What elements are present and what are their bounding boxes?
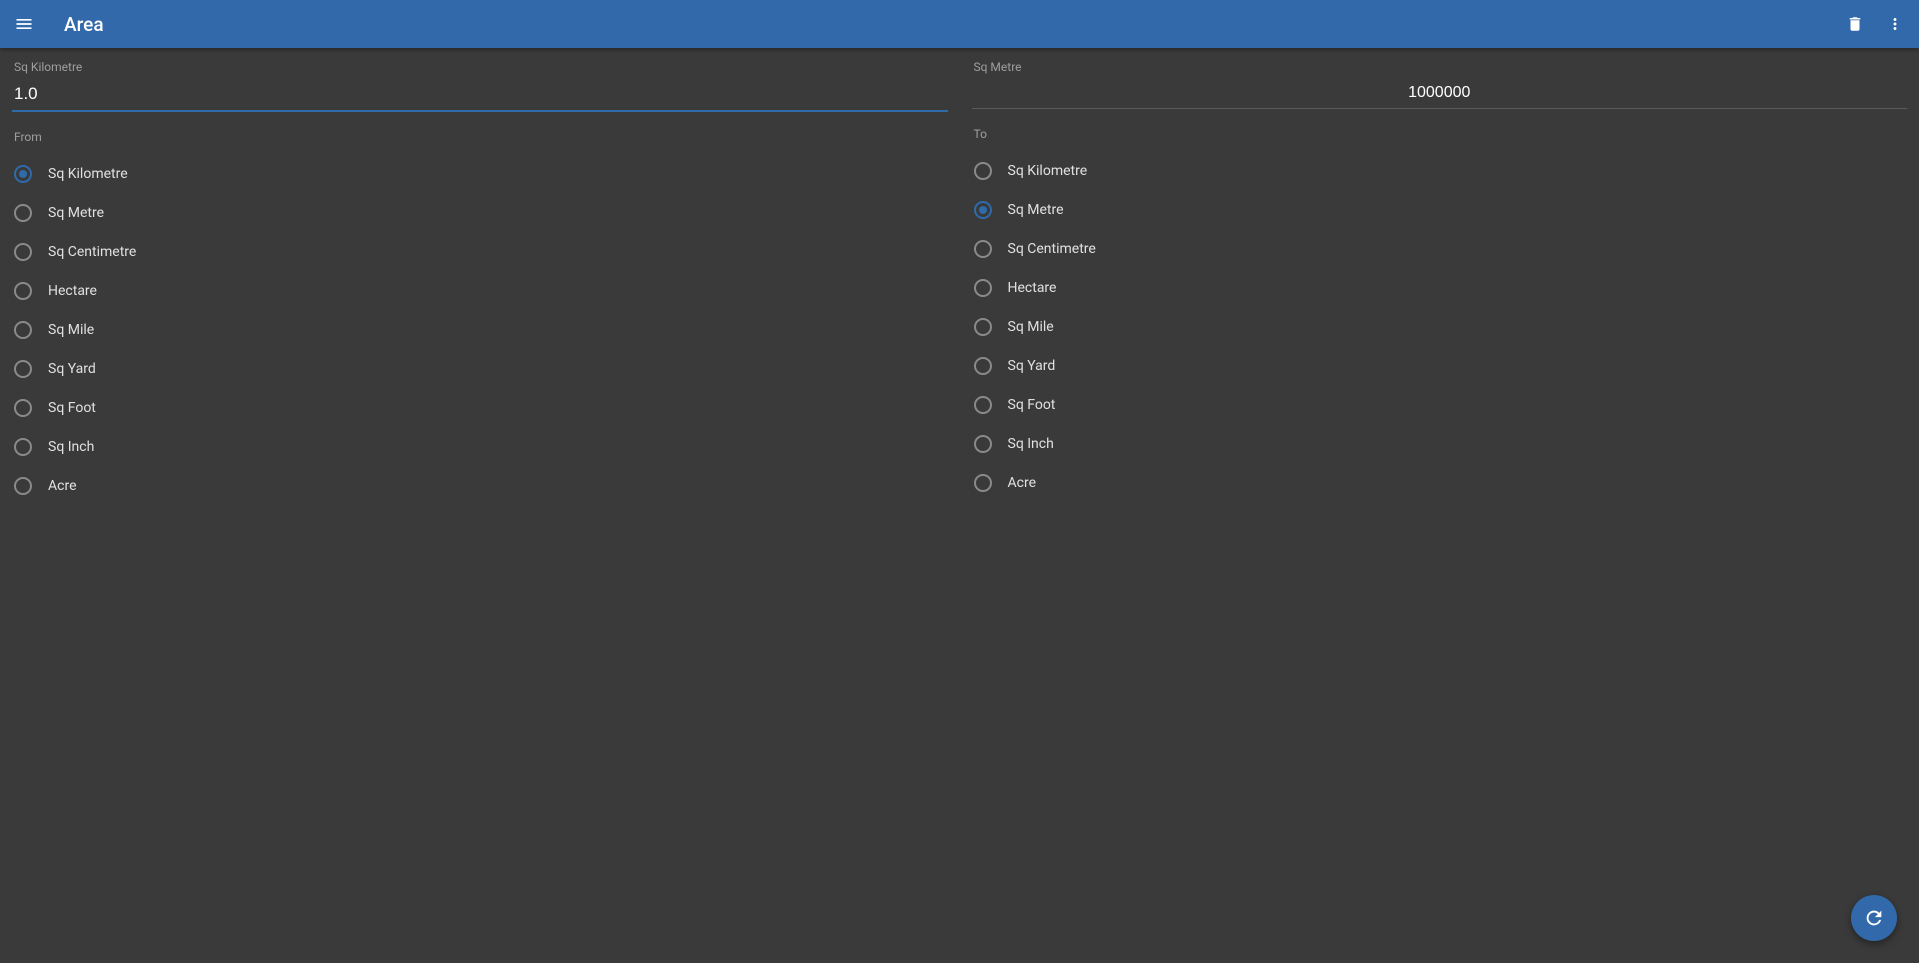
radio-label: Sq Foot [48, 400, 96, 416]
radio-label: Sq Mile [48, 322, 94, 338]
radio-label: Sq Inch [1008, 436, 1054, 452]
to-radio-sq-centimetre[interactable]: Sq Centimetre [972, 229, 1908, 268]
radio-label: Hectare [48, 283, 97, 299]
radio-icon [974, 162, 992, 180]
refresh-icon [1863, 907, 1885, 929]
trash-icon [1846, 15, 1864, 33]
from-unit-label: Sq Kilometre [12, 60, 948, 74]
radio-icon [14, 282, 32, 300]
to-radio-list: Sq Kilometre Sq Metre Sq Centimetre Hectare… [972, 151, 1908, 502]
from-radio-sq-mile[interactable]: Sq Mile [12, 310, 948, 349]
radio-icon [974, 396, 992, 414]
radio-icon [974, 435, 992, 453]
radio-dot-icon [979, 206, 987, 214]
more-vert-icon [1886, 15, 1904, 33]
radio-dot-icon [19, 170, 27, 178]
to-radio-sq-metre[interactable]: Sq Metre [972, 190, 1908, 229]
radio-label: Sq Kilometre [1008, 163, 1088, 179]
overflow-menu-button[interactable] [1879, 8, 1911, 40]
radio-icon [14, 399, 32, 417]
page-title: Area [64, 13, 104, 36]
radio-label: Sq Yard [1008, 358, 1056, 374]
from-radio-sq-inch[interactable]: Sq Inch [12, 427, 948, 466]
from-panel: Sq Kilometre From Sq KilometreSq MetreSq… [0, 60, 960, 963]
radio-label: Sq Metre [1008, 202, 1064, 218]
radio-icon [14, 165, 32, 183]
radio-label: Sq Inch [48, 439, 94, 455]
from-radio-acre[interactable]: Acre [12, 466, 948, 505]
radio-icon [14, 438, 32, 456]
radio-label: Hectare [1008, 280, 1057, 296]
to-radio-sq-kilometre[interactable]: Sq Kilometre [972, 151, 1908, 190]
to-input-wrap [972, 78, 1908, 109]
radio-label: Sq Mile [1008, 319, 1054, 335]
from-radio-sq-kilometre[interactable]: Sq Kilometre [12, 154, 948, 193]
radio-icon [14, 477, 32, 495]
radio-label: Acre [1008, 475, 1037, 491]
app-bar-right [1839, 8, 1911, 40]
radio-label: Sq Kilometre [48, 166, 128, 182]
radio-icon [974, 474, 992, 492]
radio-icon [14, 360, 32, 378]
from-radio-sq-metre[interactable]: Sq Metre [12, 193, 948, 232]
to-radio-sq-mile[interactable]: Sq Mile [972, 307, 1908, 346]
from-value-input[interactable] [12, 78, 948, 112]
to-radio-hectare[interactable]: Hectare [972, 268, 1908, 307]
radio-icon [974, 357, 992, 375]
to-radio-sq-yard[interactable]: Sq Yard [972, 346, 1908, 385]
radio-label: Sq Centimetre [1008, 241, 1096, 257]
to-panel: Sq Metre To Sq Kilometre Sq Metre Sq Centi… [960, 60, 1919, 963]
menu-button[interactable] [8, 8, 40, 40]
content: Sq Kilometre From Sq KilometreSq MetreSq… [0, 48, 1919, 963]
from-radio-list: Sq Kilometre Sq Metre Sq Centimetre Hectare… [12, 154, 948, 505]
hamburger-icon [14, 14, 34, 34]
radio-icon [14, 321, 32, 339]
from-section-label: From [12, 130, 948, 144]
radio-label: Sq Yard [48, 361, 96, 377]
swap-fab[interactable] [1851, 895, 1897, 941]
app-bar-left: Area [8, 8, 104, 40]
to-value-output[interactable] [972, 78, 1908, 109]
to-section-label: To [972, 127, 1908, 141]
radio-icon [974, 279, 992, 297]
radio-icon [14, 243, 32, 261]
from-radio-sq-centimetre[interactable]: Sq Centimetre [12, 232, 948, 271]
radio-icon [974, 240, 992, 258]
from-radio-hectare[interactable]: Hectare [12, 271, 948, 310]
to-unit-label: Sq Metre [972, 60, 1908, 74]
radio-label: Sq Foot [1008, 397, 1056, 413]
from-radio-sq-yard[interactable]: Sq Yard [12, 349, 948, 388]
radio-label: Acre [48, 478, 77, 494]
from-input-wrap [12, 78, 948, 112]
to-radio-sq-foot[interactable]: Sq Foot [972, 385, 1908, 424]
radio-label: Sq Metre [48, 205, 104, 221]
to-radio-acre[interactable]: Acre [972, 463, 1908, 502]
from-radio-sq-foot[interactable]: Sq Foot [12, 388, 948, 427]
radio-icon [14, 204, 32, 222]
radio-icon [974, 201, 992, 219]
radio-icon [974, 318, 992, 336]
to-radio-sq-inch[interactable]: Sq Inch [972, 424, 1908, 463]
delete-button[interactable] [1839, 8, 1871, 40]
app-bar: Area [0, 0, 1919, 48]
radio-label: Sq Centimetre [48, 244, 136, 260]
